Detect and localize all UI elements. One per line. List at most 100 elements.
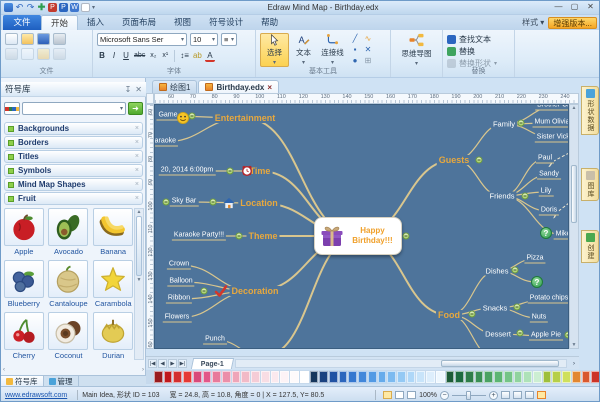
collapse-button[interactable] bbox=[227, 168, 234, 175]
collapse-button[interactable] bbox=[210, 199, 217, 206]
collapse-button[interactable] bbox=[403, 233, 410, 240]
collapse-button[interactable] bbox=[512, 267, 519, 274]
side-tab-1[interactable]: 图库 bbox=[581, 168, 599, 201]
delete-tool-icon[interactable]: ✕ bbox=[362, 45, 374, 55]
topic-family[interactable]: Family bbox=[491, 120, 517, 129]
color-swatch[interactable] bbox=[193, 371, 202, 383]
section-close-icon[interactable]: × bbox=[135, 195, 139, 202]
side-tab-2[interactable]: 创建 bbox=[581, 230, 599, 263]
library-tab-0[interactable]: 符号库 bbox=[1, 376, 44, 386]
last-page-icon[interactable]: ▶| bbox=[178, 359, 187, 368]
zoom-out-icon[interactable]: − bbox=[440, 391, 449, 400]
superscript-button[interactable]: x¹ bbox=[160, 50, 170, 62]
color-swatch[interactable] bbox=[475, 371, 484, 383]
font-size-combo[interactable]: 10▾ bbox=[190, 33, 218, 46]
doc-tab-绘图1[interactable]: 绘图1 bbox=[152, 80, 197, 93]
library-tab-1[interactable]: 管理 bbox=[44, 376, 79, 386]
subscript-button[interactable]: x₂ bbox=[148, 50, 158, 62]
color-swatch[interactable] bbox=[164, 371, 173, 383]
color-swatch[interactable] bbox=[387, 371, 396, 383]
collapse-button[interactable] bbox=[518, 120, 525, 127]
upgrade-button[interactable]: 增强版本... bbox=[548, 17, 597, 29]
prev-page-icon[interactable]: ◀ bbox=[158, 359, 167, 368]
color-swatch[interactable] bbox=[232, 371, 241, 383]
color-swatch[interactable] bbox=[368, 371, 377, 383]
normal-view-icon[interactable] bbox=[383, 391, 392, 399]
topic-nuts[interactable]: Nuts bbox=[530, 314, 548, 323]
hscroll-right-icon[interactable]: › bbox=[569, 360, 579, 367]
fruit-item-durian[interactable]: Durian bbox=[92, 312, 134, 360]
color-swatch[interactable] bbox=[426, 371, 435, 383]
topic-dishes[interactable]: Dishes bbox=[484, 267, 511, 276]
pin-icon[interactable]: ↧ bbox=[125, 85, 132, 94]
collapse-button[interactable] bbox=[476, 157, 483, 164]
library-search-combo[interactable]: ▾ bbox=[22, 102, 126, 115]
color-swatch[interactable] bbox=[173, 371, 182, 383]
new-file-icon[interactable] bbox=[5, 33, 18, 45]
topic-date[interactable]: 20, 2014 6:00pm bbox=[159, 167, 216, 176]
color-swatch[interactable] bbox=[222, 371, 231, 383]
maximize-button[interactable]: ▢ bbox=[567, 2, 582, 13]
fullscreen-view-icon[interactable] bbox=[407, 391, 416, 399]
color-swatch[interactable] bbox=[572, 371, 581, 383]
topic-location[interactable]: Location bbox=[238, 198, 280, 208]
color-swatch[interactable] bbox=[261, 371, 270, 383]
color-swatch[interactable] bbox=[465, 371, 474, 383]
fit-page-icon[interactable] bbox=[501, 391, 510, 399]
replace-button[interactable]: 替换 bbox=[447, 45, 510, 57]
style-dropdown[interactable]: 样式 ▾ bbox=[522, 17, 544, 28]
collapse-button[interactable] bbox=[201, 288, 208, 295]
collapse-button[interactable] bbox=[522, 193, 529, 200]
color-swatch[interactable] bbox=[251, 371, 260, 383]
font-name-combo[interactable]: Microsoft Sans Ser▾ bbox=[97, 33, 187, 46]
minimize-button[interactable]: — bbox=[551, 2, 566, 13]
collapse-button[interactable] bbox=[469, 311, 476, 318]
pan-tool-icon[interactable] bbox=[525, 391, 534, 399]
topic-flowers[interactable]: Flowers bbox=[163, 314, 192, 323]
redo-icon[interactable]: ↷ bbox=[26, 3, 35, 12]
fruit-item-coconut[interactable]: Coconut bbox=[48, 312, 90, 360]
mindmap-tool-button[interactable]: 思维导图▾ bbox=[397, 33, 437, 67]
color-swatch[interactable] bbox=[154, 371, 163, 383]
color-swatch[interactable] bbox=[310, 371, 319, 383]
export-word-icon[interactable]: W bbox=[70, 3, 79, 12]
italic-button[interactable]: I bbox=[109, 50, 119, 62]
rect-tool-icon[interactable]: ▪ bbox=[349, 45, 361, 55]
select-tool-button[interactable]: 选择▾ bbox=[260, 33, 289, 67]
color-swatch[interactable] bbox=[562, 371, 571, 383]
canvas-vscrollbar[interactable]: ▲▼ bbox=[569, 104, 579, 349]
color-swatch[interactable] bbox=[436, 371, 445, 383]
topic-snacks[interactable]: Snacks bbox=[481, 304, 510, 313]
topic-friends[interactable]: Friends bbox=[487, 192, 516, 201]
topic-ent[interactable]: Entertainment bbox=[213, 113, 278, 123]
color-swatch[interactable] bbox=[523, 371, 532, 383]
color-swatch[interactable] bbox=[339, 371, 348, 383]
topic-paul[interactable]: Paul bbox=[536, 155, 554, 164]
color-swatch[interactable] bbox=[271, 371, 280, 383]
color-swatch[interactable] bbox=[378, 371, 387, 383]
line-spacing-icon[interactable]: ↕≡ bbox=[179, 50, 190, 62]
color-swatch[interactable] bbox=[183, 371, 192, 383]
cut-icon[interactable] bbox=[5, 48, 18, 60]
color-swatch[interactable] bbox=[203, 371, 212, 383]
library-scrollbar[interactable]: ▲▼ bbox=[134, 208, 144, 360]
topic-dessert[interactable]: Dessert bbox=[483, 330, 513, 339]
section-borders[interactable]: Borders× bbox=[4, 136, 143, 149]
strikethrough-button[interactable]: abc bbox=[133, 50, 146, 62]
section-close-icon[interactable]: × bbox=[135, 139, 139, 146]
question-mark-icon[interactable]: ? bbox=[540, 227, 552, 239]
color-swatch[interactable] bbox=[455, 371, 464, 383]
section-close-icon[interactable]: × bbox=[135, 181, 139, 188]
topic-punch[interactable]: Punch bbox=[203, 336, 227, 345]
library-search-go-icon[interactable]: ➜ bbox=[128, 102, 143, 115]
side-tab-0[interactable]: 形状数据 bbox=[581, 86, 599, 135]
copy-icon[interactable] bbox=[21, 48, 34, 60]
section-close-icon[interactable]: × bbox=[135, 167, 139, 174]
collapse-button[interactable] bbox=[236, 233, 243, 240]
next-page-icon[interactable]: ▶ bbox=[168, 359, 177, 368]
first-page-icon[interactable]: |◀ bbox=[148, 359, 157, 368]
canvas-hscrollbar[interactable] bbox=[235, 359, 567, 368]
topic-food[interactable]: Food bbox=[436, 310, 462, 320]
topic-karaoke[interactable]: Karaoke bbox=[154, 138, 178, 147]
topic-sister[interactable]: Sister Vicky bbox=[535, 134, 569, 143]
